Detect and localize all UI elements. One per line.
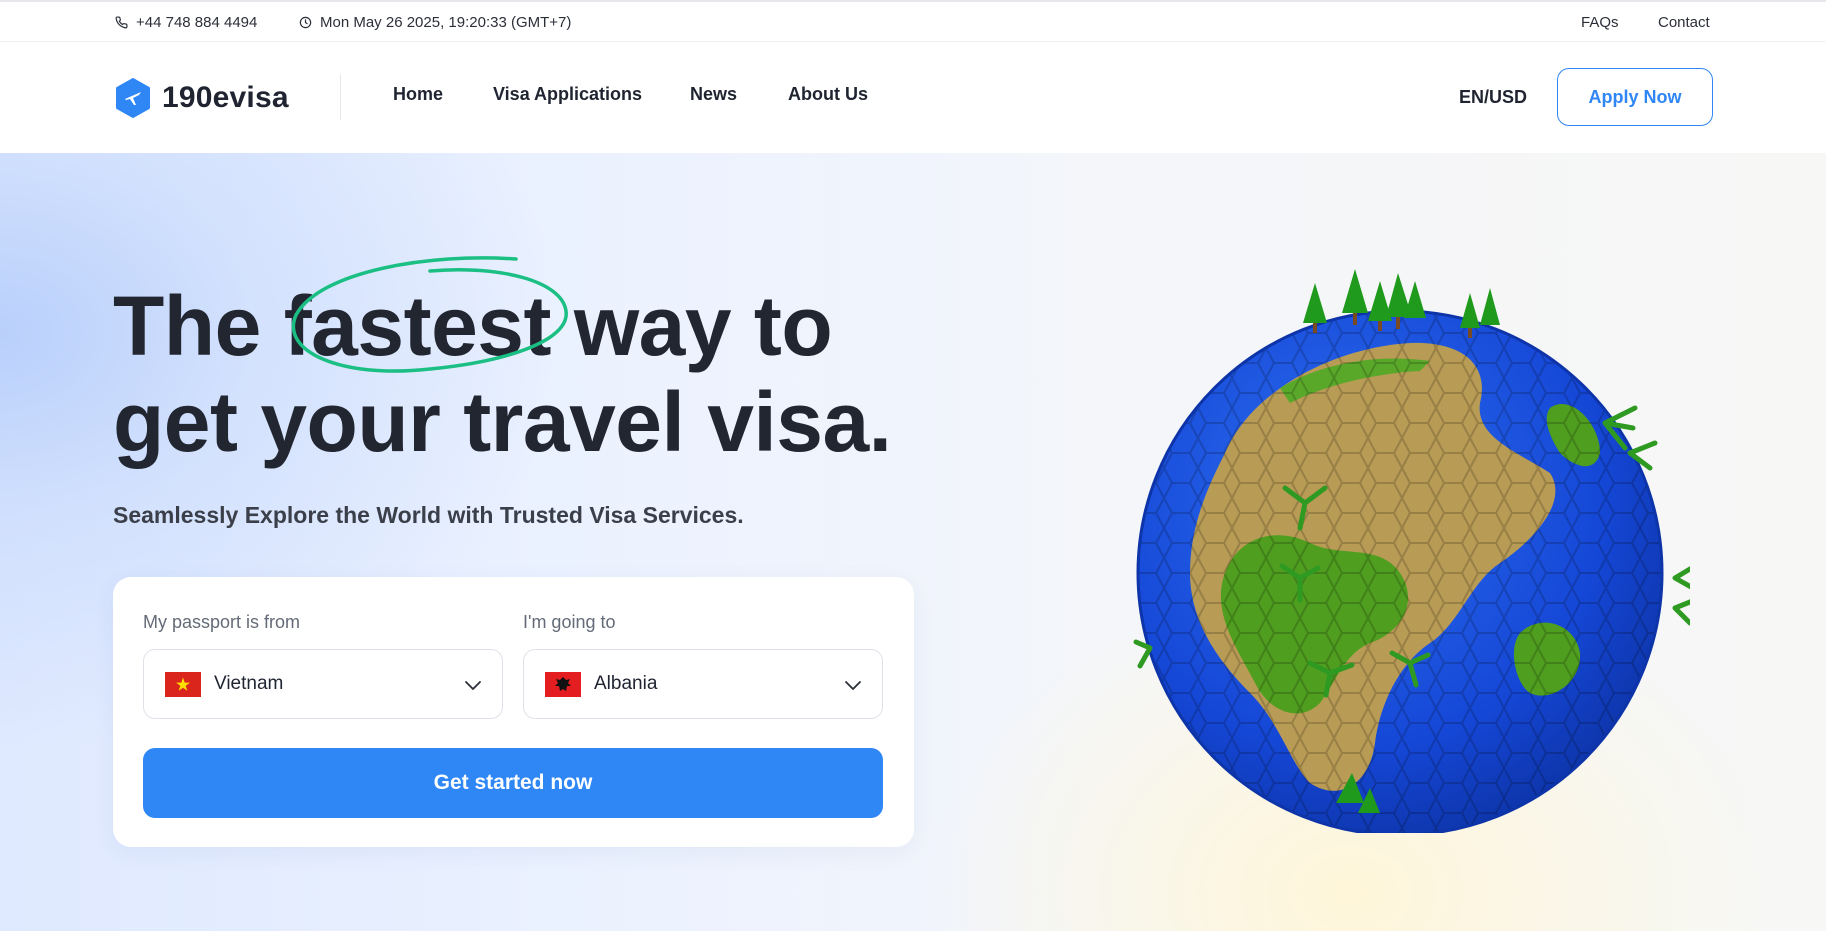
visa-search-card: My passport is from Vietnam I'm going to… <box>113 577 914 847</box>
clock-icon <box>299 16 312 28</box>
phone-contact[interactable]: +44 748 884 4494 <box>115 2 257 42</box>
globe-illustration <box>1133 269 1690 833</box>
nav-home[interactable]: Home <box>393 84 443 105</box>
datetime-text: Mon May 26 2025, 19:20:33 (GMT+7) <box>320 13 572 31</box>
nav-visa-applications[interactable]: Visa Applications <box>493 84 642 105</box>
top-utility-bar: +44 748 884 4494 Mon May 26 2025, 19:20:… <box>0 0 1830 42</box>
hero-subheadline: Seamlessly Explore the World with Truste… <box>113 502 744 528</box>
nav-news[interactable]: News <box>690 84 737 105</box>
get-started-button[interactable]: Get started now <box>143 748 883 818</box>
headline-highlight-word: fastest <box>283 279 552 373</box>
passport-country-value: Vietnam <box>214 673 284 694</box>
vietnam-flag-icon <box>165 671 201 697</box>
locale-switcher[interactable]: EN/USD <box>1459 87 1527 108</box>
hero-section: The fastest way to get your travel visa.… <box>0 153 1830 931</box>
current-datetime: Mon May 26 2025, 19:20:33 (GMT+7) <box>299 2 571 42</box>
destination-country-value: Albania <box>594 673 658 694</box>
apply-now-button[interactable]: Apply Now <box>1557 68 1713 126</box>
page-edge <box>1826 0 1830 931</box>
nav-divider <box>340 74 341 120</box>
chevron-down-icon <box>465 681 481 690</box>
headline-text-end: way to <box>550 279 833 373</box>
hero-headline: The fastest way to get your travel visa. <box>113 278 933 470</box>
passport-country-select[interactable]: Vietnam <box>143 649 503 719</box>
airplane-badge-icon <box>116 78 150 118</box>
contact-link[interactable]: Contact <box>1658 2 1710 42</box>
headline-text-start: The <box>113 279 284 373</box>
brand-logo[interactable]: 190evisa <box>114 78 289 118</box>
main-navbar: 190evisa Home Visa Applications News Abo… <box>0 42 1830 153</box>
chevron-down-icon <box>845 681 861 690</box>
albania-flag-icon <box>545 671 581 697</box>
passport-label: My passport is from <box>143 612 301 632</box>
destination-label: I'm going to <box>523 612 616 632</box>
headline-line-two: get your travel visa. <box>113 375 892 469</box>
brand-name: 190evisa <box>162 81 289 114</box>
phone-icon <box>115 15 128 28</box>
faqs-link[interactable]: FAQs <box>1581 2 1619 42</box>
destination-country-select[interactable]: Albania <box>523 649 883 719</box>
nav-about-us[interactable]: About Us <box>788 84 868 105</box>
phone-number: +44 748 884 4494 <box>136 13 258 31</box>
